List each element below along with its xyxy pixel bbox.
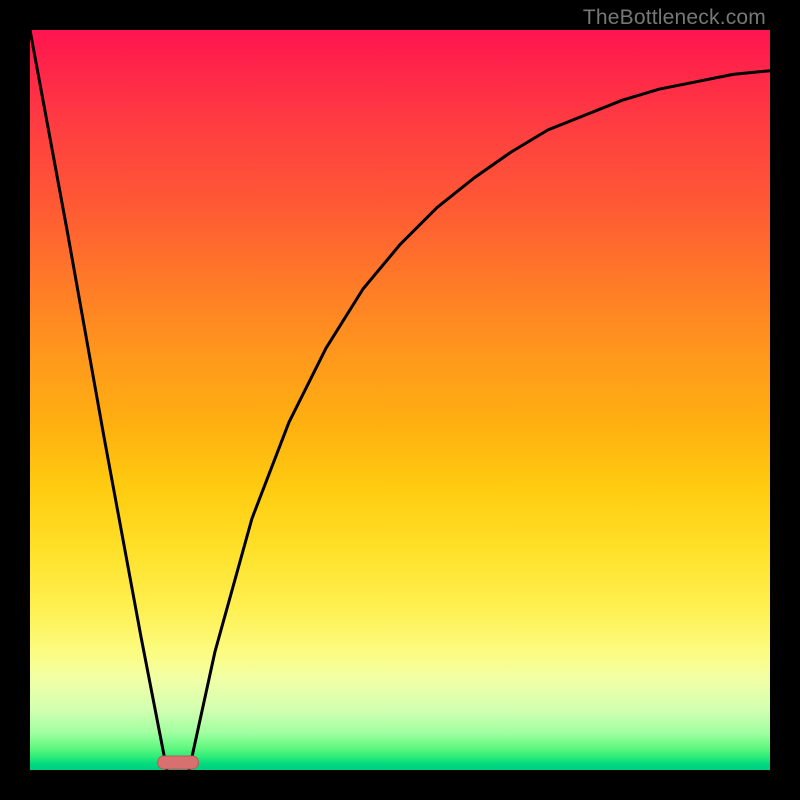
plot-area — [30, 30, 770, 770]
curves-layer — [30, 30, 770, 770]
optimal-marker — [158, 756, 199, 769]
right-branch-curve — [189, 71, 770, 770]
left-branch-curve — [30, 30, 167, 770]
chart-stage: TheBottleneck.com — [0, 0, 800, 800]
watermark-text: TheBottleneck.com — [583, 6, 766, 30]
